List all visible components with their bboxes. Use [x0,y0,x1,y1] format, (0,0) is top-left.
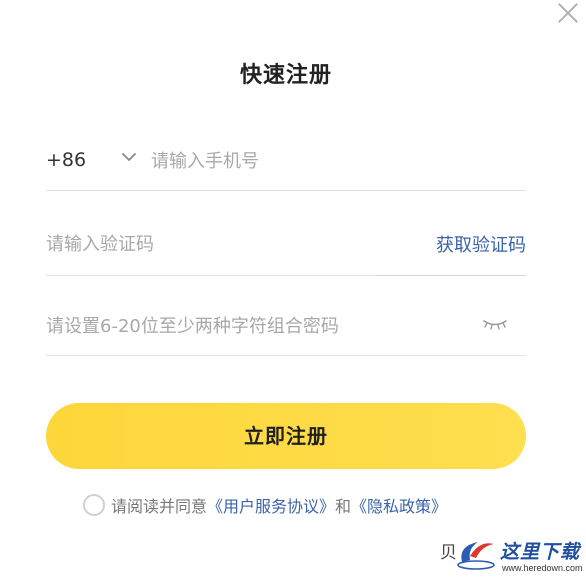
privacy-link[interactable]: 《隐私政策》 [351,493,447,517]
terms-link[interactable]: 《用户服务协议》 [207,493,335,517]
agreement-line: 请阅读并同意 《用户服务协议》 和 《隐私政策》 [83,493,447,517]
chevron-down-icon[interactable] [120,148,138,166]
watermark-logo-icon [457,542,495,570]
watermark-text: 这里下载 [500,541,581,563]
watermark: 贝 这里下载 www.heredown.com [440,536,586,577]
register-button[interactable]: 立即注册 [46,403,526,469]
password-input[interactable] [46,311,466,341]
watermark-url: www.heredown.com [502,563,583,573]
register-dialog: 快速注册 +86 获取验证码 立即注册 请阅读并同意 《用户服务协议》 和 《隐… [0,0,586,577]
agreement-conjunction: 和 [335,497,352,516]
password-row [46,296,526,356]
get-code-button[interactable]: 获取验证码 [436,231,526,257]
country-code-selector[interactable]: +86 [46,149,86,171]
verification-code-input[interactable] [46,229,366,259]
phone-input[interactable] [151,146,521,176]
phone-row: +86 [46,131,526,191]
code-input-divider [46,275,376,276]
agreement-prefix: 请阅读并同意 [111,497,208,516]
verification-row: 获取验证码 [46,214,526,274]
dialog-title: 快速注册 [239,63,332,88]
get-code-divider [376,275,526,276]
agreement-checkbox[interactable] [83,494,105,516]
eye-closed-icon[interactable] [482,317,508,331]
close-icon[interactable] [556,1,580,25]
